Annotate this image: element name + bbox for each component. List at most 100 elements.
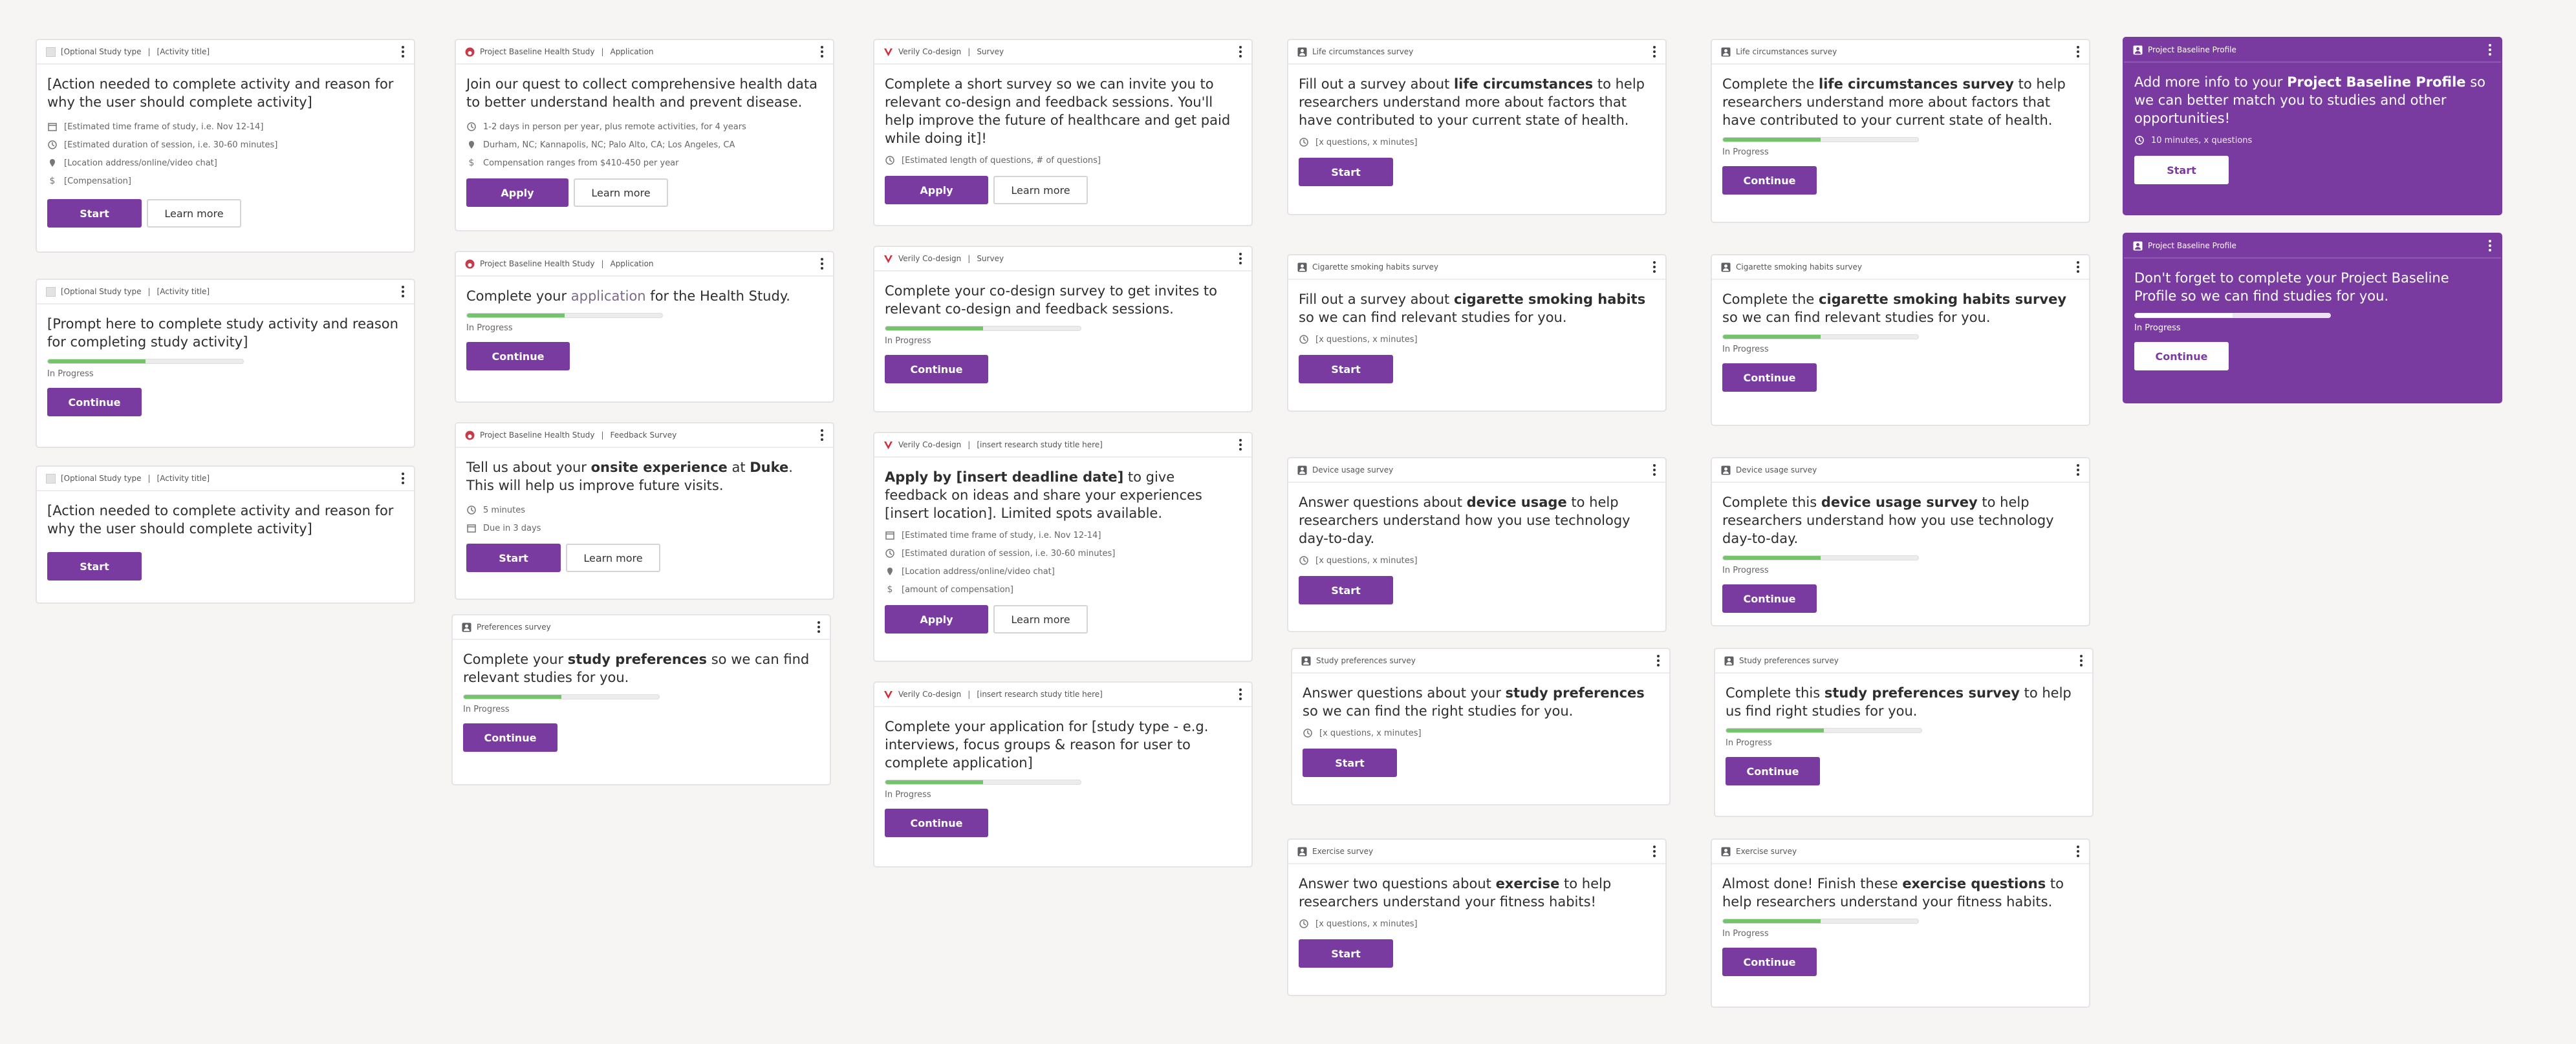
more-options-icon[interactable]: [1652, 45, 1656, 59]
card-title: Join our quest to collect comprehensive …: [466, 76, 817, 110]
more-options-icon[interactable]: [2488, 239, 2492, 253]
card-header: Verily Co-design | [insert research study …: [874, 433, 1251, 458]
progress-label: In Progress: [463, 705, 510, 714]
card-header: Life circumstances survey: [1712, 40, 2089, 65]
meta-compensation: [amount of compensation]: [902, 584, 1013, 595]
calendar-icon: [47, 122, 58, 132]
progress-fill: [1723, 335, 1821, 339]
card-header: Project Baseline Profile: [2124, 234, 2501, 259]
start-button[interactable]: Start: [1299, 158, 1393, 186]
continue-button[interactable]: Continue: [1722, 363, 1817, 392]
survey-person-icon: [1297, 847, 1307, 857]
apply-button[interactable]: Apply: [885, 176, 988, 204]
more-options-icon[interactable]: [1239, 687, 1242, 701]
study-type-placeholder-icon: [46, 473, 56, 484]
continue-button[interactable]: Continue: [2134, 342, 2229, 370]
learn-more-button[interactable]: Learn more: [993, 176, 1088, 204]
card-title: Complete your co-design survey to get in…: [885, 283, 1217, 317]
more-options-icon[interactable]: [820, 428, 824, 442]
card-header: [Optional Study type | [Activity title]: [37, 467, 414, 491]
continue-button[interactable]: Continue: [1722, 948, 1817, 976]
more-options-icon[interactable]: [817, 620, 821, 634]
card-activity-title: [Activity title]: [157, 47, 210, 56]
card-study-type: Project Baseline Health Study: [480, 47, 595, 56]
meta-duration: 10 minutes, x questions: [2151, 135, 2253, 145]
learn-more-button[interactable]: Learn more: [566, 544, 660, 572]
card-survey-title: Device usage survey: [1736, 465, 1817, 474]
more-options-icon[interactable]: [2076, 260, 2080, 274]
progress-fill: [885, 326, 983, 330]
more-options-icon[interactable]: [2076, 844, 2080, 858]
card-header: Device usage survey: [1288, 458, 1665, 483]
card-activity-title: Survey: [977, 47, 1004, 56]
study-card: Verily Co-design | Survey Complete your co…: [873, 246, 1253, 412]
more-options-icon[interactable]: [820, 45, 824, 59]
start-button[interactable]: Start: [47, 199, 142, 228]
card-title: Apply by [insert deadline date] to give …: [885, 469, 1202, 521]
meta-location: [Location address/online/video chat]: [64, 158, 217, 168]
card-study-type: Verily Co-design: [898, 254, 962, 263]
progress-bar: [885, 326, 1081, 331]
card-study-type: Verily Co-design: [898, 47, 962, 56]
start-button[interactable]: Start: [1299, 939, 1393, 968]
start-button[interactable]: Start: [47, 552, 142, 581]
more-options-icon[interactable]: [1239, 438, 1242, 452]
more-options-icon[interactable]: [401, 284, 405, 299]
meta-compensation: Compensation ranges from $410-450 per ye…: [483, 158, 679, 168]
card-title: [Prompt here to complete study activity …: [47, 316, 398, 350]
survey-person-icon: [1721, 262, 1731, 272]
card-header: Exercise survey: [1288, 840, 1665, 864]
more-options-icon[interactable]: [2079, 654, 2083, 668]
continue-button[interactable]: Continue: [1726, 757, 1820, 785]
more-options-icon[interactable]: [1652, 463, 1656, 477]
start-button[interactable]: Start: [1303, 749, 1397, 777]
apply-button[interactable]: Apply: [466, 178, 568, 207]
card-title: Almost done! Finish these exercise quest…: [1722, 876, 2064, 910]
study-card: [Optional Study type | [Activity title] [P…: [36, 279, 415, 448]
continue-button[interactable]: Continue: [47, 388, 142, 416]
progress-bar: [1722, 137, 1919, 142]
continue-button[interactable]: Continue: [1722, 166, 1817, 195]
card-title: Complete a short survey so we can invite…: [885, 76, 1231, 146]
card-survey-title: Life circumstances survey: [1312, 47, 1414, 56]
continue-button[interactable]: Continue: [1722, 584, 1817, 613]
study-type-placeholder-icon: [46, 286, 56, 297]
continue-button[interactable]: Continue: [885, 355, 988, 383]
meta-duration: [x questions, x minutes]: [1315, 334, 1418, 345]
dollar-icon: $: [887, 584, 893, 595]
learn-more-button[interactable]: Learn more: [574, 178, 668, 207]
more-options-icon[interactable]: [820, 257, 824, 271]
clock-icon: [1299, 555, 1309, 566]
continue-button[interactable]: Continue: [885, 809, 988, 837]
card-title: Complete this study preferences survey t…: [1726, 685, 2072, 719]
clock-icon: [1299, 919, 1309, 929]
start-button[interactable]: Start: [2134, 156, 2229, 184]
more-options-icon[interactable]: [2076, 45, 2080, 59]
survey-card: Exercise survey Answer two questions abo…: [1287, 838, 1667, 996]
clock-icon: [466, 505, 477, 515]
progress-bar: [463, 694, 660, 699]
more-options-icon[interactable]: [2488, 43, 2492, 57]
apply-button[interactable]: Apply: [885, 605, 988, 634]
card-header: Project Baseline Health Study | Feedback S…: [456, 423, 833, 448]
more-options-icon[interactable]: [1652, 260, 1656, 274]
meta-duration: [Estimated duration of session, i.e. 30-…: [902, 548, 1116, 559]
card-activity-title: Application: [610, 259, 654, 268]
more-options-icon[interactable]: [1239, 251, 1242, 266]
start-button[interactable]: Start: [1299, 576, 1393, 604]
continue-button[interactable]: Continue: [463, 723, 557, 752]
more-options-icon[interactable]: [401, 471, 405, 485]
learn-more-button[interactable]: Learn more: [993, 605, 1088, 634]
more-options-icon[interactable]: [1652, 844, 1656, 858]
more-options-icon[interactable]: [401, 45, 405, 59]
start-button[interactable]: Start: [1299, 355, 1393, 383]
clock-icon: [885, 155, 895, 165]
dollar-icon: $: [468, 158, 475, 168]
start-button[interactable]: Start: [466, 544, 561, 572]
more-options-icon[interactable]: [1239, 45, 1242, 59]
learn-more-button[interactable]: Learn more: [147, 199, 241, 228]
card-survey-title: Cigarette smoking habits survey: [1312, 262, 1439, 272]
more-options-icon[interactable]: [2076, 463, 2080, 477]
more-options-icon[interactable]: [1656, 654, 1660, 668]
continue-button[interactable]: Continue: [466, 342, 570, 370]
